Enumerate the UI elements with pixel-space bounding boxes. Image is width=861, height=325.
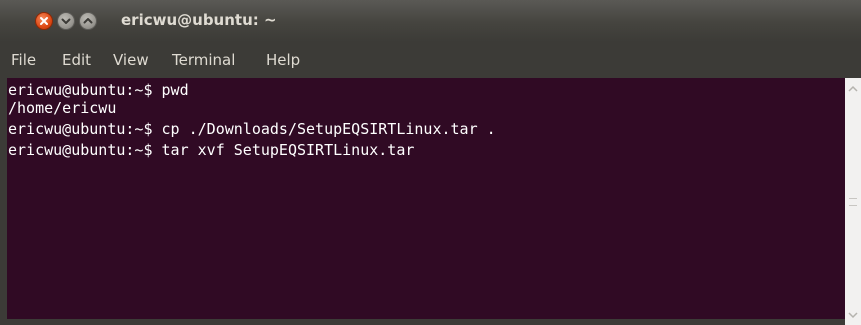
minimize-button[interactable] <box>57 12 75 30</box>
terminal-window: ericwu@ubuntu: ~ File Edit View Terminal… <box>0 0 861 325</box>
terminal-line: /home/ericwu <box>8 99 117 117</box>
terminal-output[interactable]: ericwu@ubuntu:~$ pwd /home/ericwu ericwu… <box>7 78 845 319</box>
menu-terminal[interactable]: Terminal <box>172 51 235 69</box>
menu-view[interactable]: View <box>113 51 149 69</box>
maximize-icon <box>83 18 93 24</box>
close-button[interactable] <box>35 12 53 30</box>
scroll-down-arrow-icon[interactable] <box>847 310 859 320</box>
close-icon <box>40 17 48 25</box>
scroll-up-arrow-icon[interactable] <box>847 84 859 94</box>
window-title: ericwu@ubuntu: ~ <box>121 11 277 29</box>
minimize-icon <box>61 18 71 24</box>
menu-help[interactable]: Help <box>266 51 300 69</box>
terminal-line: ericwu@ubuntu:~$ pwd <box>8 81 189 99</box>
scrollbar-grip[interactable] <box>849 198 857 206</box>
menu-bar: File Edit View Terminal Help <box>0 42 861 78</box>
maximize-button[interactable] <box>79 12 97 30</box>
window-bottom-border <box>0 319 845 325</box>
terminal-line: ericwu@ubuntu:~$ cp ./Downloads/SetupEQS… <box>8 120 496 138</box>
menu-file[interactable]: File <box>11 51 36 69</box>
title-bar[interactable]: ericwu@ubuntu: ~ <box>0 0 861 42</box>
vertical-scrollbar[interactable] <box>845 78 861 325</box>
menu-edit[interactable]: Edit <box>62 51 91 69</box>
terminal-line: ericwu@ubuntu:~$ tar xvf SetupEQSIRTLinu… <box>8 141 415 159</box>
